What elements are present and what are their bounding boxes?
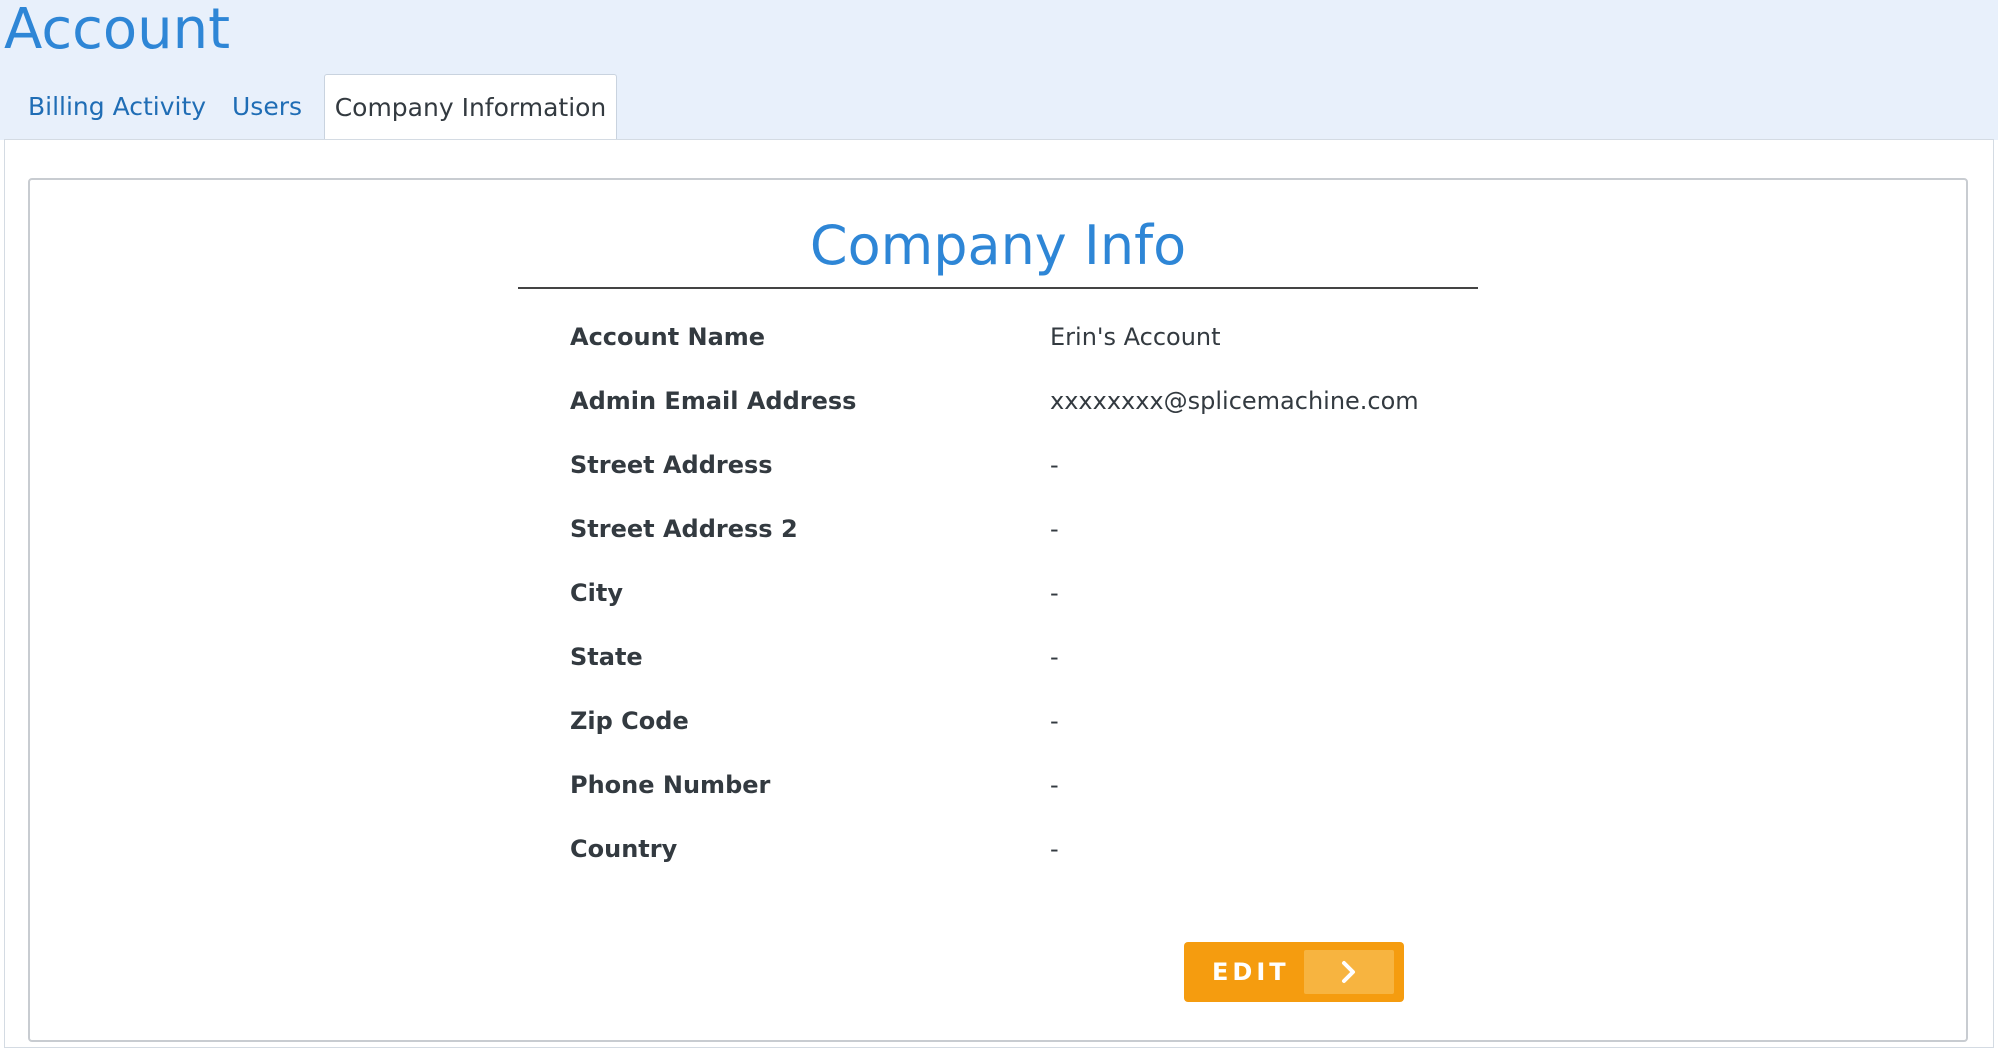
row-value: - bbox=[1050, 707, 1059, 735]
row-label: Country bbox=[570, 835, 678, 863]
row-value: - bbox=[1050, 771, 1059, 799]
info-row-state: State - bbox=[570, 637, 1470, 677]
info-row-city: City - bbox=[570, 573, 1470, 613]
info-row-admin-email: Admin Email Address xxxxxxxx@splicemachi… bbox=[570, 381, 1470, 421]
row-value: Erin's Account bbox=[1050, 323, 1221, 351]
edit-arrow-box bbox=[1304, 950, 1394, 994]
row-value: - bbox=[1050, 515, 1059, 543]
row-label: Admin Email Address bbox=[570, 387, 857, 415]
title-divider bbox=[518, 287, 1478, 289]
row-label: State bbox=[570, 643, 643, 671]
info-row-country: Country - bbox=[570, 829, 1470, 869]
tab-users[interactable]: Users bbox=[232, 74, 302, 140]
row-label: Phone Number bbox=[570, 771, 771, 799]
tab-billing-activity[interactable]: Billing Activity bbox=[28, 74, 206, 140]
row-label: Street Address bbox=[570, 451, 773, 479]
edit-button-label: EDIT bbox=[1212, 958, 1290, 986]
info-row-zip-code: Zip Code - bbox=[570, 701, 1470, 741]
card-title: Company Info bbox=[809, 214, 1187, 277]
info-row-account-name: Account Name Erin's Account bbox=[570, 317, 1470, 357]
tab-company-information[interactable]: Company Information bbox=[324, 74, 617, 140]
chevron-right-icon bbox=[1342, 961, 1355, 983]
page-title: Account bbox=[4, 0, 231, 62]
row-label: Account Name bbox=[570, 323, 766, 351]
row-value: - bbox=[1050, 643, 1059, 671]
row-value: - bbox=[1050, 835, 1059, 863]
row-value: - bbox=[1050, 451, 1059, 479]
info-row-phone-number: Phone Number - bbox=[570, 765, 1470, 805]
info-row-street-address-2: Street Address 2 - bbox=[570, 509, 1470, 549]
row-value: - bbox=[1050, 579, 1059, 607]
row-value: xxxxxxxx@splicemachine.com bbox=[1050, 387, 1419, 415]
row-label: Zip Code bbox=[570, 707, 689, 735]
edit-button[interactable]: EDIT bbox=[1184, 942, 1404, 1002]
row-label: Street Address 2 bbox=[570, 515, 798, 543]
row-label: City bbox=[570, 579, 623, 607]
info-row-street-address: Street Address - bbox=[570, 445, 1470, 485]
account-page: Account Billing Activity Users Company I… bbox=[0, 0, 1998, 1048]
